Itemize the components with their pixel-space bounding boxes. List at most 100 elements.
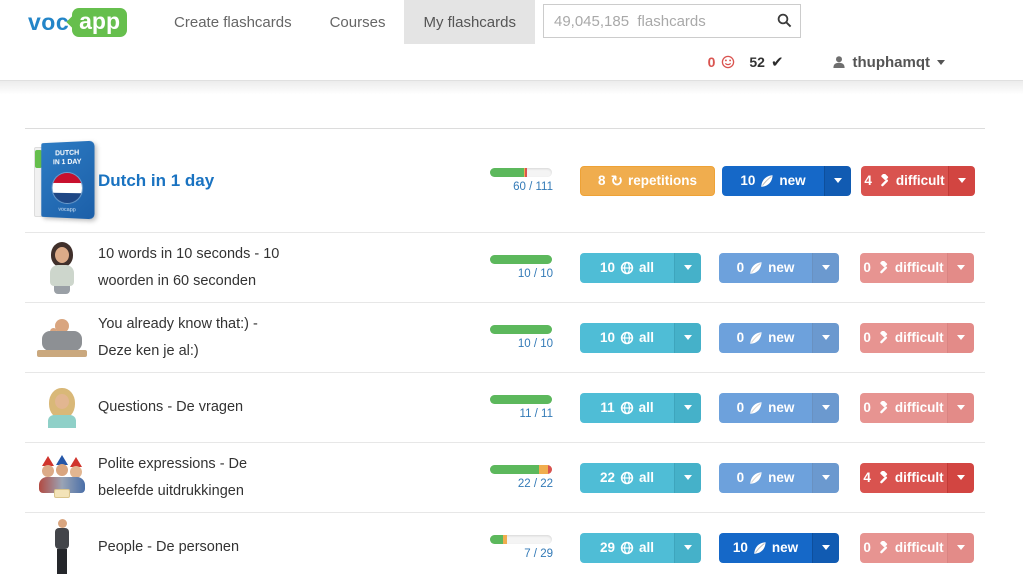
hammer-icon bbox=[876, 331, 890, 345]
difficult-dropdown-toggle[interactable] bbox=[947, 463, 974, 493]
nav-create-flashcards[interactable]: Create flashcards bbox=[155, 0, 311, 44]
new-button-group: 0 new bbox=[719, 253, 839, 283]
lesson-photo bbox=[43, 388, 81, 428]
vocapp-logo[interactable]: voc app bbox=[28, 0, 127, 44]
new-dropdown-toggle[interactable] bbox=[812, 533, 839, 563]
course-title[interactable]: Dutch in 1 day bbox=[98, 167, 298, 194]
all-button[interactable]: 29 all bbox=[580, 533, 674, 563]
caret-down-icon bbox=[957, 545, 965, 550]
lesson-title[interactable]: You already know that:) - Deze ken je al… bbox=[98, 311, 298, 365]
lesson-title[interactable]: Questions - De vragen bbox=[98, 394, 298, 421]
difficult-button[interactable]: 0 difficult bbox=[860, 393, 947, 423]
caret-down-icon bbox=[957, 475, 965, 480]
difficult-dropdown-toggle[interactable] bbox=[947, 323, 974, 353]
course-progress-bar bbox=[490, 168, 552, 177]
leaf-icon bbox=[749, 401, 763, 415]
all-dropdown-toggle[interactable] bbox=[674, 463, 701, 493]
difficult-button[interactable]: 0 difficult bbox=[860, 323, 947, 353]
caret-down-icon bbox=[822, 475, 830, 480]
all-button-group: 29 all bbox=[580, 533, 701, 563]
person-icon bbox=[832, 55, 846, 69]
all-button-group: 22 all bbox=[580, 463, 701, 493]
caret-down-icon bbox=[684, 405, 692, 410]
user-menu[interactable]: thuphamqt bbox=[832, 54, 945, 71]
leaf-icon bbox=[760, 174, 774, 188]
course-progress-label: 60 / 111 bbox=[490, 181, 554, 193]
all-dropdown-toggle[interactable] bbox=[674, 393, 701, 423]
all-dropdown-toggle[interactable] bbox=[674, 533, 701, 563]
difficult-button-group: 0 difficult bbox=[860, 533, 974, 563]
all-button[interactable]: 10 all bbox=[580, 253, 674, 283]
lesson-photo bbox=[51, 519, 73, 577]
new-dropdown-toggle[interactable] bbox=[812, 463, 839, 493]
difficult-dropdown-toggle[interactable] bbox=[947, 533, 974, 563]
difficult-button-group: 0 difficult bbox=[860, 323, 974, 353]
all-button[interactable]: 11 all bbox=[580, 393, 674, 423]
caret-down-icon bbox=[834, 178, 842, 183]
new-dropdown-toggle[interactable] bbox=[824, 166, 851, 196]
lesson-row: Polite expressions - De beleefde uitdruk… bbox=[25, 443, 985, 513]
header-divider bbox=[0, 80, 1023, 94]
globe-icon bbox=[620, 261, 634, 275]
lesson-title[interactable]: People - De personen bbox=[98, 534, 298, 561]
leaf-icon bbox=[749, 471, 763, 485]
all-dropdown-toggle[interactable] bbox=[674, 323, 701, 353]
all-button[interactable]: 10 all bbox=[580, 323, 674, 353]
caret-down-icon bbox=[684, 545, 692, 550]
new-button[interactable]: 10 new bbox=[719, 533, 812, 563]
difficult-button-group: 4 difficult bbox=[860, 463, 974, 493]
caret-down-icon bbox=[822, 265, 830, 270]
search-icon[interactable] bbox=[777, 13, 792, 28]
new-dropdown-toggle[interactable] bbox=[812, 253, 839, 283]
username: thuphamqt bbox=[853, 54, 930, 71]
difficult-dropdown-toggle[interactable] bbox=[948, 166, 975, 196]
learning-stats[interactable]: 0 52 ✔ bbox=[708, 53, 784, 71]
lesson-title[interactable]: Polite expressions - De beleefde uitdruk… bbox=[98, 451, 298, 505]
new-button[interactable]: 0 new bbox=[719, 463, 812, 493]
logo-voc-text: voc bbox=[28, 9, 69, 36]
course-cover-image[interactable]: DUTCH IN 1 DAY vocapp bbox=[34, 142, 96, 220]
progress-label: 11 / 11 bbox=[490, 408, 554, 420]
nav-my-flashcards[interactable]: My flashcards bbox=[404, 0, 535, 44]
lesson-photo bbox=[44, 242, 80, 294]
repetitions-button[interactable]: 8 ↻ repetitions bbox=[580, 166, 715, 196]
lesson-title[interactable]: 10 words in 10 seconds - 10 woorden in 6… bbox=[98, 241, 298, 295]
difficult-button[interactable]: 0 difficult bbox=[860, 533, 947, 563]
new-button-group: 0 new bbox=[719, 323, 839, 353]
caret-down-icon bbox=[822, 545, 830, 550]
cover-title-line1: DUTCH bbox=[53, 148, 81, 158]
globe-icon bbox=[620, 401, 634, 415]
new-dropdown-toggle[interactable] bbox=[812, 323, 839, 353]
all-dropdown-toggle[interactable] bbox=[674, 253, 701, 283]
difficult-dropdown-toggle[interactable] bbox=[947, 393, 974, 423]
new-button[interactable]: 0 new bbox=[719, 323, 812, 353]
globe-icon bbox=[620, 541, 634, 555]
hammer-icon bbox=[877, 174, 891, 188]
repetitions-label: repetitions bbox=[628, 173, 697, 188]
smiley-icon bbox=[721, 55, 735, 69]
difficult-button[interactable]: 0 difficult bbox=[860, 253, 947, 283]
caret-down-icon bbox=[957, 265, 965, 270]
progress-label: 7 / 29 bbox=[490, 548, 554, 560]
globe-icon bbox=[620, 471, 634, 485]
progress-label: 10 / 10 bbox=[490, 338, 554, 350]
caret-down-icon bbox=[822, 335, 830, 340]
nav-courses[interactable]: Courses bbox=[311, 0, 405, 44]
all-button[interactable]: 22 all bbox=[580, 463, 674, 493]
difficult-button[interactable]: 4 difficult bbox=[860, 463, 947, 493]
new-button[interactable]: 0 new bbox=[719, 253, 812, 283]
difficult-dropdown-toggle[interactable] bbox=[947, 253, 974, 283]
caret-down-icon bbox=[958, 178, 966, 183]
new-button[interactable]: 10 new bbox=[722, 166, 824, 196]
flashcard-search bbox=[543, 4, 801, 38]
difficult-button[interactable]: 4 difficult bbox=[861, 166, 948, 196]
search-input[interactable] bbox=[543, 4, 801, 38]
progress-label: 10 / 10 bbox=[490, 268, 554, 280]
difficult-button-group: 0 difficult bbox=[860, 253, 974, 283]
check-icon: ✔ bbox=[771, 53, 784, 71]
lesson-photo bbox=[38, 456, 86, 500]
new-dropdown-toggle[interactable] bbox=[812, 393, 839, 423]
new-button-group: 10 new bbox=[722, 166, 851, 196]
progress-bar bbox=[490, 465, 552, 474]
new-button[interactable]: 0 new bbox=[719, 393, 812, 423]
